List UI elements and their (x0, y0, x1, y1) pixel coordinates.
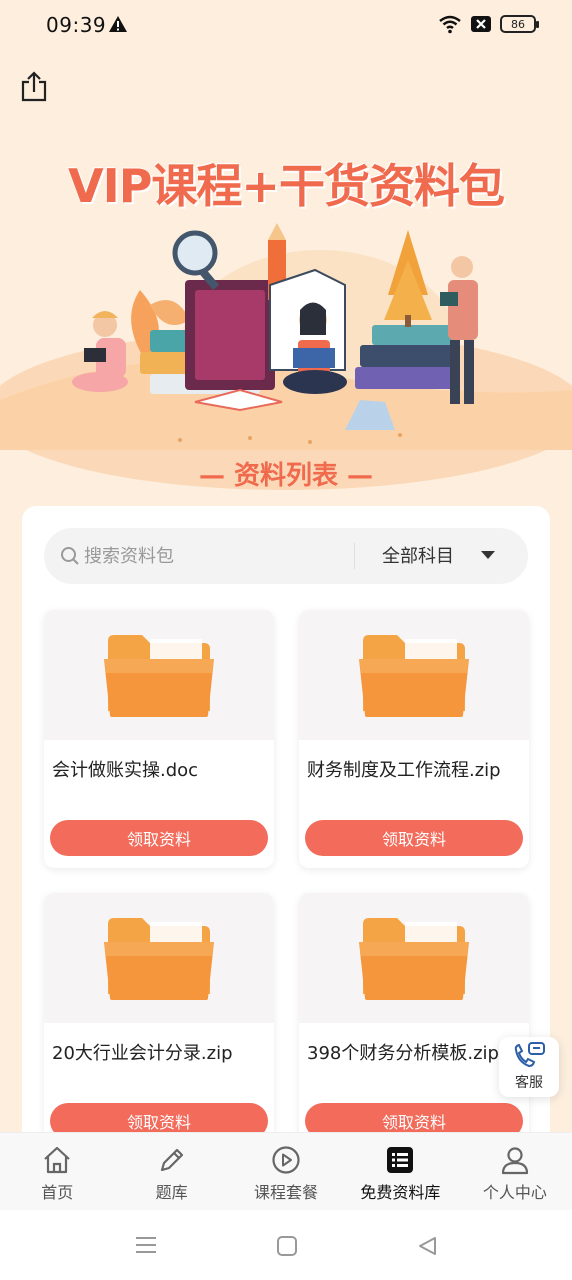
back-icon[interactable] (416, 1235, 438, 1257)
folder-icon (104, 918, 214, 1000)
battery-level: 86 (511, 17, 525, 31)
no-sim-icon (471, 16, 491, 32)
section-title: — 资料列表 — (198, 461, 374, 491)
customer-service-button[interactable]: 客服 (499, 1037, 559, 1097)
home-nav-icon[interactable] (276, 1235, 298, 1257)
pencil-icon (160, 1148, 183, 1172)
tab-free-resources[interactable]: 免费资料库 (343, 1133, 457, 1210)
hero-banner: VIP课程+干货资料包 (0, 120, 572, 500)
resource-card[interactable]: 398个财务分析模板.zip 领取资料 (299, 893, 529, 1146)
status-bar: 09:39 86 (0, 0, 572, 52)
battery-icon: 86 (500, 15, 539, 33)
play-icon (272, 1146, 300, 1174)
resource-name: 会计做账实操.doc (52, 760, 199, 781)
folder-thumbnail (299, 610, 529, 740)
tab-label: 课程套餐 (254, 1183, 319, 1202)
tab-label: 免费资料库 (360, 1183, 441, 1202)
customer-service-label: 客服 (515, 1075, 543, 1091)
tab-question-bank[interactable]: 题库 (114, 1133, 228, 1210)
tab-profile[interactable]: 个人中心 (458, 1133, 572, 1210)
hero-title: VIP课程+干货资料包 (68, 159, 505, 213)
system-nav-bar (0, 1210, 572, 1280)
claim-button[interactable]: 领取资料 (50, 820, 268, 856)
warning-icon (109, 16, 127, 32)
tab-label: 题库 (155, 1183, 188, 1202)
status-icons: 86 (438, 14, 539, 34)
folder-thumbnail (299, 893, 529, 1023)
resource-card[interactable]: 财务制度及工作流程.zip 领取资料 (299, 610, 529, 868)
tab-label: 首页 (41, 1183, 74, 1202)
claim-button[interactable]: 领取资料 (305, 820, 523, 856)
search-bar: 全部科目 (44, 528, 528, 584)
folder-thumbnail (44, 893, 274, 1023)
folder-thumbnail (44, 610, 274, 740)
status-time: 09:39 (46, 13, 107, 37)
tab-home[interactable]: 首页 (0, 1133, 114, 1210)
tab-course-packages[interactable]: 课程套餐 (229, 1133, 343, 1210)
user-icon (501, 1147, 528, 1175)
resource-name: 20大行业会计分录.zip (52, 1043, 233, 1064)
bottom-tab-bar: 首页 题库 课程套餐 免费资料库 个人中心 (0, 1132, 572, 1210)
list-icon (387, 1147, 414, 1173)
dropdown-arrow-icon[interactable] (480, 550, 496, 560)
phone-chat-icon (514, 1042, 545, 1068)
search-divider (354, 543, 355, 569)
folder-icon (359, 918, 469, 1000)
menu-icon[interactable] (134, 1235, 158, 1255)
resource-card[interactable]: 会计做账实操.doc 领取资料 (44, 610, 274, 868)
search-icon (61, 547, 79, 565)
wifi-icon (439, 15, 461, 34)
resource-card[interactable]: 20大行业会计分录.zip 领取资料 (44, 893, 274, 1146)
subject-select[interactable]: 全部科目 (382, 542, 454, 568)
search-input[interactable] (84, 540, 334, 572)
resource-name: 398个财务分析模板.zip (307, 1043, 499, 1064)
resource-name: 财务制度及工作流程.zip (307, 760, 501, 781)
tab-label: 个人中心 (482, 1183, 547, 1202)
home-icon (44, 1146, 70, 1174)
resource-panel: 全部科目 会计做账实操.doc 领取资料 财务制度及工作流程. (22, 506, 550, 1146)
share-icon[interactable] (20, 70, 48, 102)
folder-icon (359, 635, 469, 717)
folder-icon (104, 635, 214, 717)
